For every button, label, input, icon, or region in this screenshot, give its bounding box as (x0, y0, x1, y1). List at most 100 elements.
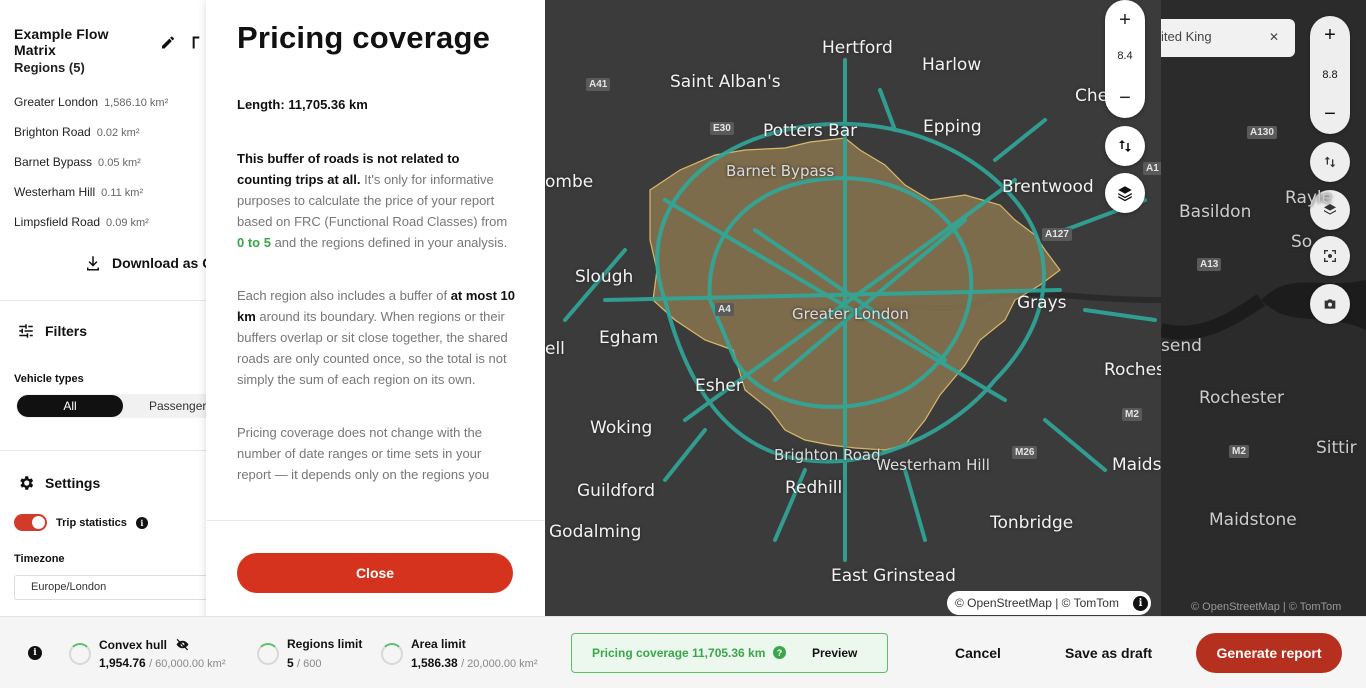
bg-map-attribution: © OpenStreetMap | © TomTom (1191, 601, 1342, 613)
pricing-coverage-value: 11,705.36 km (692, 646, 766, 660)
sliders-icon (19, 324, 33, 338)
bg-swap-button[interactable] (1310, 142, 1350, 182)
place-label: Che (1075, 86, 1109, 106)
place-label: Slough (575, 267, 634, 287)
vehicle-type-passenger[interactable]: Passenger (149, 399, 206, 413)
generate-report-button[interactable]: Generate report (1196, 633, 1342, 673)
download-button[interactable]: Download as C (84, 254, 206, 272)
road-badge: A1 (1143, 162, 1161, 175)
trip-statistics-toggle[interactable] (14, 514, 47, 531)
road-badge: M26 (1012, 446, 1038, 459)
filters-section[interactable]: Filters (17, 322, 87, 340)
settings-section[interactable]: Settings (17, 474, 100, 492)
notes-icon[interactable] (190, 34, 206, 51)
zoom-out-button[interactable]: − (1105, 80, 1145, 116)
region-item[interactable]: Greater London 1,586.10 km² (14, 95, 168, 109)
region-item[interactable]: Limpsfield Road 0.09 km² (14, 215, 149, 229)
p2-text-a: Each region also includes a buffer of (237, 288, 451, 303)
progress-ring (69, 643, 91, 665)
bg-search-text: ited King (1161, 29, 1212, 44)
info-icon[interactable]: i (28, 646, 42, 660)
download-label: Download as C (112, 255, 206, 271)
focus-icon (1324, 250, 1336, 262)
trip-statistics-row: Trip statistics i (14, 514, 148, 531)
swap-direction-button[interactable] (1105, 126, 1145, 166)
pricing-coverage-box[interactable]: Pricing coverage 11,705.36 km ? Preview (571, 633, 888, 673)
place-label: Esher (695, 376, 743, 396)
region-item[interactable]: Barnet Bypass 0.05 km² (14, 155, 141, 169)
help-icon[interactable]: ? (773, 646, 786, 659)
region-area: 1,586.10 km² (104, 97, 169, 109)
map-view[interactable]: Hertford Harlow Saint Alban's Potters Ba… (545, 0, 1161, 625)
zoom-in-button[interactable]: + (1105, 2, 1145, 38)
place-label: Maids (1112, 455, 1161, 475)
area-limit-label: Area limit (411, 637, 466, 651)
bg-search-field[interactable]: ited King ✕ (1161, 19, 1295, 57)
eye-off-icon[interactable] (175, 637, 190, 652)
place-label: Egham (599, 328, 659, 348)
cancel-button[interactable]: Cancel (955, 645, 1001, 661)
bg-zoom-out-button[interactable]: − (1324, 103, 1336, 126)
swap-arrows-icon (1324, 156, 1336, 168)
pencil-icon[interactable] (160, 34, 176, 51)
pricing-coverage-label: Pricing coverage (592, 646, 689, 660)
divider (0, 300, 206, 301)
bg-camera-button[interactable] (1310, 284, 1350, 324)
info-icon[interactable]: i (1132, 595, 1148, 611)
road-badge: A4 (715, 303, 734, 316)
region-name: Greater London (14, 95, 99, 109)
road-badge: M2 (1122, 408, 1142, 421)
place-label: Guildford (577, 481, 656, 501)
timezone-select[interactable]: Europe/London (14, 575, 206, 600)
convex-hull-label: Convex hull (99, 637, 190, 652)
region-name: Limpsfield Road (14, 215, 101, 229)
region-item[interactable]: Westerham Hill 0.11 km² (14, 185, 143, 199)
save-draft-button[interactable]: Save as draft (1065, 645, 1152, 661)
road-badge: M2 (1229, 445, 1249, 458)
swap-arrows-icon (1119, 140, 1131, 152)
place-label: Epping (923, 117, 982, 137)
close-button[interactable]: Close (237, 553, 513, 593)
layers-button[interactable] (1105, 173, 1145, 213)
place-label: Rochester (1199, 388, 1284, 408)
region-area: 0.09 km² (106, 217, 149, 229)
place-label: Greater London (792, 305, 909, 323)
place-label: East Grinstead (831, 566, 956, 586)
download-icon (87, 256, 99, 271)
place-label: So (1291, 232, 1313, 252)
place-label: Grays (1017, 293, 1067, 313)
road-badge: E30 (710, 122, 734, 135)
modal-body[interactable]: This buffer of roads is not related to c… (237, 148, 517, 520)
convex-hull-label-text: Convex hull (99, 637, 168, 652)
place-label: Hertford (822, 38, 893, 58)
place-label: Maidstone (1209, 510, 1297, 530)
region-item[interactable]: Brighton Road 0.02 km² (14, 125, 140, 139)
road-badge: A127 (1042, 228, 1072, 241)
place-label: Brentwood (1002, 177, 1094, 197)
info-icon[interactable]: i (135, 516, 148, 529)
modal-paragraph-2: Each region also includes a buffer of at… (237, 285, 517, 390)
modal-divider (206, 520, 545, 521)
bg-zoom-in-button[interactable]: + (1324, 24, 1336, 47)
bg-fit-button[interactable] (1310, 236, 1350, 276)
place-label: Barnet Bypass (726, 162, 835, 180)
place-label: Saint Alban's (670, 72, 781, 92)
map-attribution: © OpenStreetMap | © TomTom i (947, 591, 1151, 615)
vehicle-type-all[interactable]: All (17, 395, 123, 417)
regions-limit-number: 5 (287, 656, 294, 670)
progress-ring (257, 643, 279, 665)
project-title: Example Flow Matrix (14, 26, 109, 58)
progress-ring (381, 643, 403, 665)
clear-icon[interactable]: ✕ (1269, 30, 1279, 44)
left-panel: Example Flow Matrix Regions (5) Greater … (0, 0, 206, 616)
modal-paragraph-3: Pricing coverage does not change with th… (237, 425, 490, 482)
frc-range: 0 to 5 (237, 235, 271, 250)
convex-hull-number: 1,954.76 (99, 656, 146, 670)
layers-icon (1118, 186, 1132, 202)
region-area: 0.05 km² (98, 157, 141, 169)
regions-limit-label: Regions limit (287, 637, 363, 651)
road-badge: A13 (1197, 258, 1222, 271)
preview-button[interactable]: Preview (812, 646, 857, 660)
place-label: Westerham Hill (876, 456, 990, 474)
modal-title: Pricing coverage (237, 20, 491, 55)
